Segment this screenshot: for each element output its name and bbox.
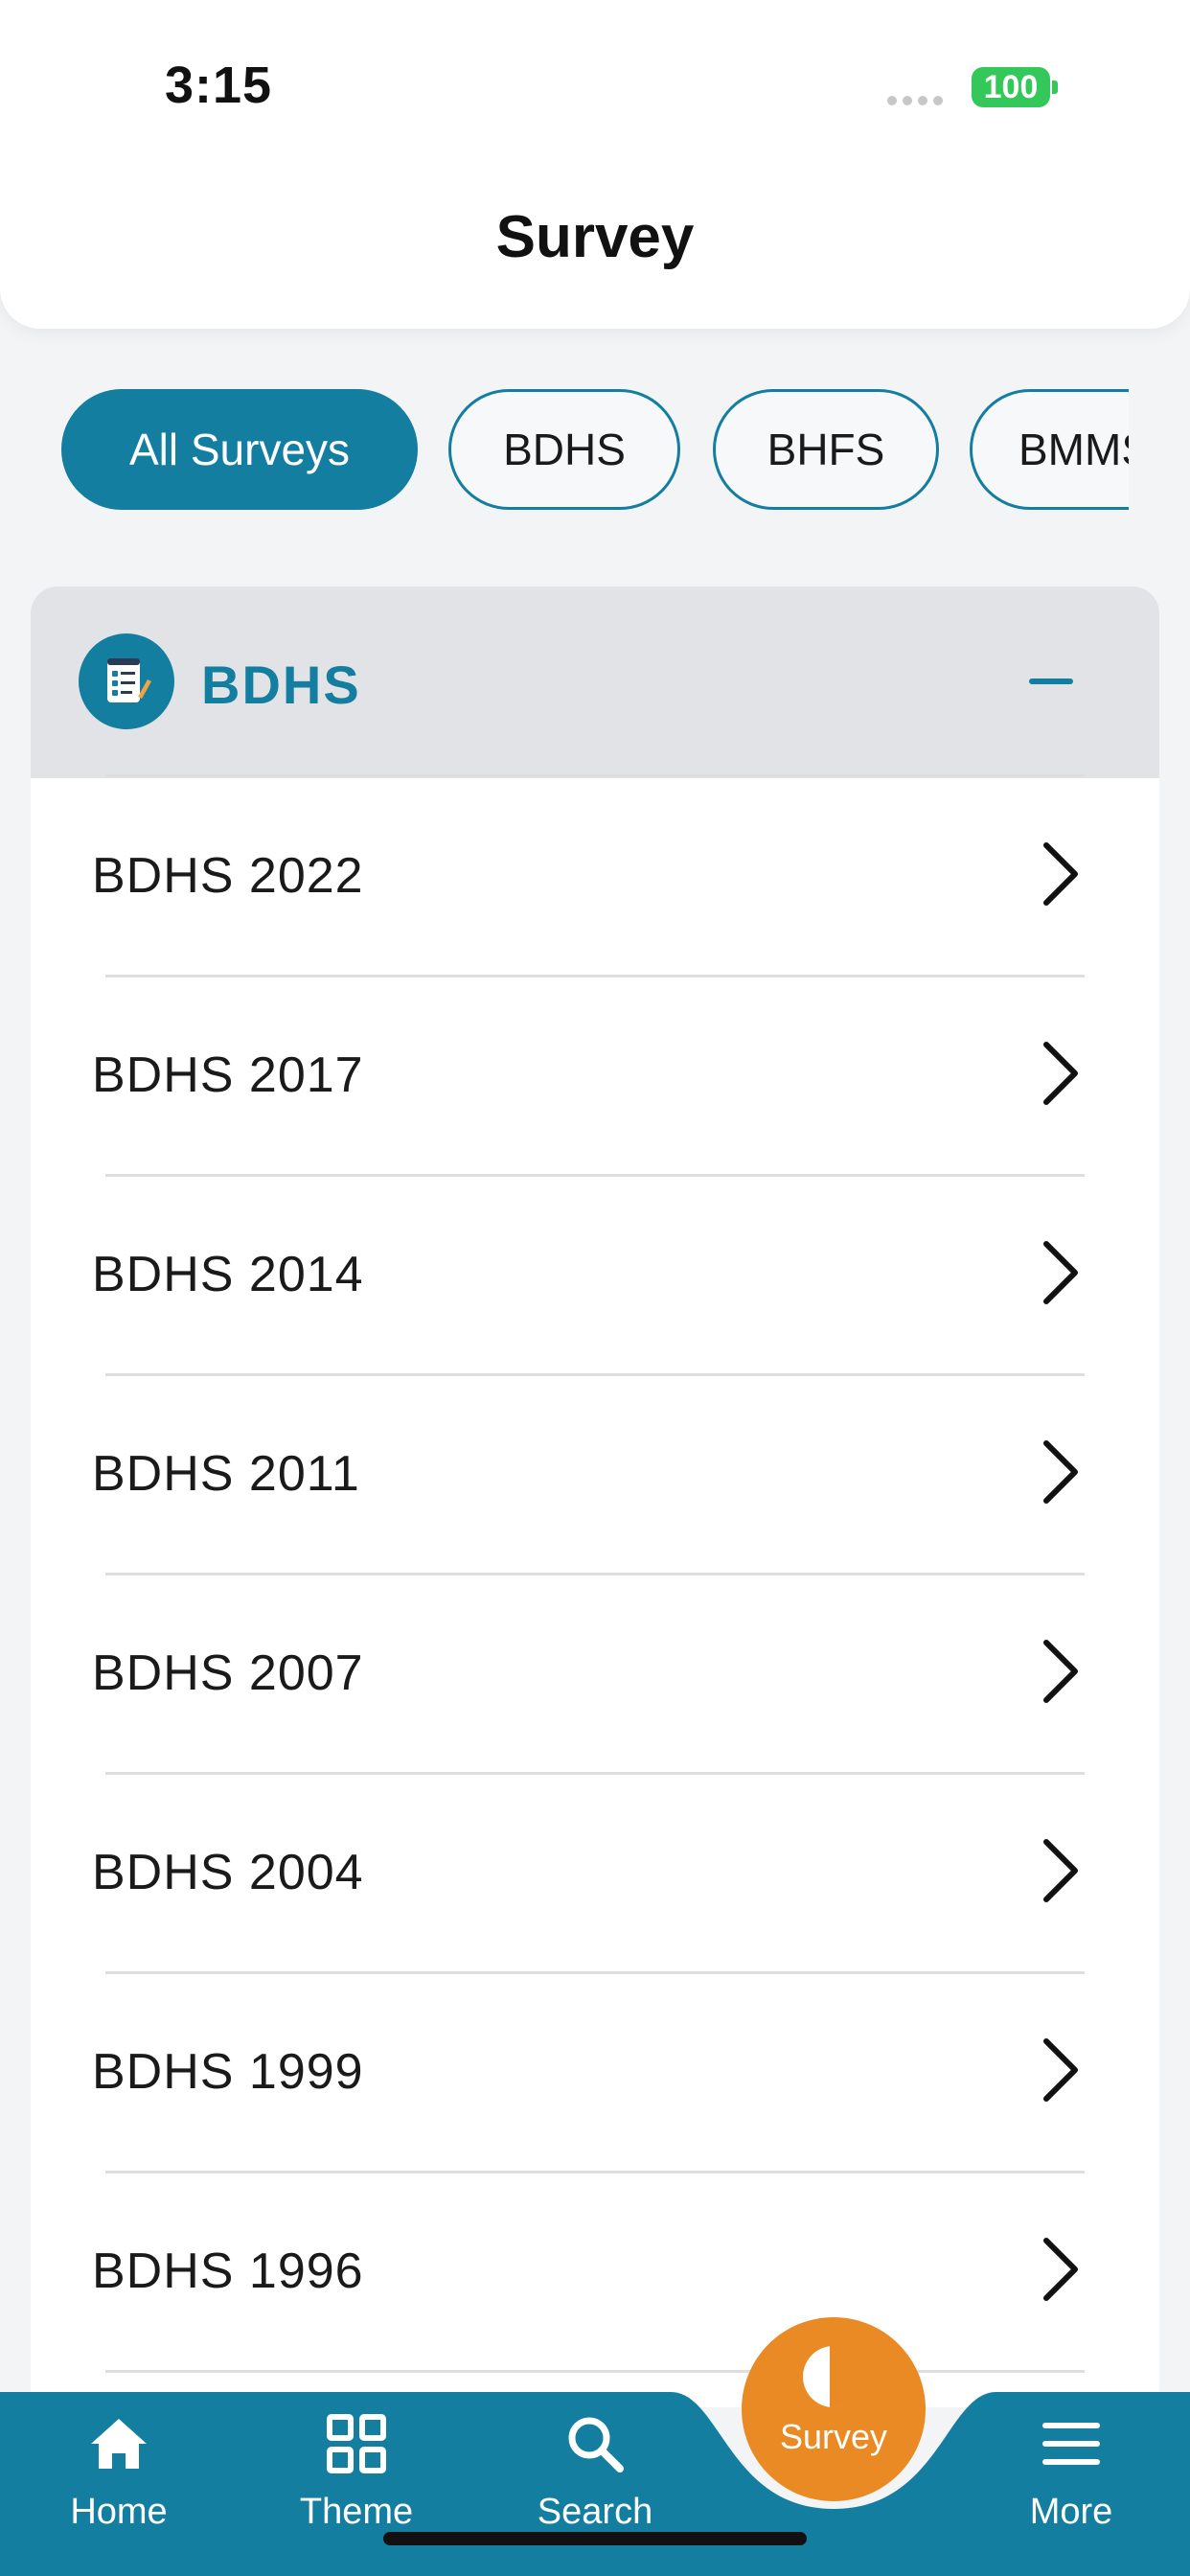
page-title: Survey	[495, 204, 695, 270]
nav-survey-fab[interactable]: Survey	[742, 2317, 926, 2501]
nav-theme[interactable]: Theme	[289, 2392, 423, 2576]
list-item-label: BDHS 2011	[92, 1446, 360, 1502]
nav-home[interactable]: Home	[61, 2392, 176, 2576]
list-item[interactable]: BDHS 2014	[31, 1177, 1159, 1376]
chip-bdhs[interactable]: BDHS	[448, 389, 680, 510]
signal-icon	[887, 96, 943, 105]
chevron-right-icon	[1043, 1241, 1078, 1304]
chevron-right-icon	[1043, 1839, 1078, 1902]
chevron-right-icon	[1043, 1640, 1078, 1703]
battery-icon: 100	[972, 67, 1050, 107]
list-item-label: BDHS 2007	[92, 1645, 364, 1701]
battery-tip	[1052, 80, 1058, 94]
list-item[interactable]: BDHS 2004	[31, 1775, 1159, 1974]
list-item[interactable]: BDHS 1999	[31, 1974, 1159, 2174]
list-item[interactable]: BDHS 2017	[31, 978, 1159, 1177]
bottom-nav: Home Theme Search More	[0, 2392, 1190, 2576]
status-time: 3:15	[165, 57, 273, 114]
list-item-label: BDHS 2022	[92, 848, 364, 904]
accordion-title: BDHS	[201, 655, 361, 715]
header: 3:15 100 Survey	[0, 0, 1190, 329]
pie-chart-icon	[803, 2344, 866, 2409]
list-item-label: BDHS 1999	[92, 2044, 364, 2100]
minus-icon[interactable]	[1029, 678, 1073, 684]
screen: 3:15 100 Survey All Surveys BDHS BHFS BM…	[0, 0, 1190, 2576]
chevron-right-icon	[1043, 842, 1078, 906]
home-icon	[84, 2409, 153, 2478]
list-item-label: BDHS 2014	[92, 1247, 364, 1302]
nav-home-label: Home	[70, 2492, 168, 2532]
search-icon	[561, 2409, 629, 2478]
home-indicator	[383, 2532, 807, 2545]
nav-survey-label: Survey	[779, 2417, 888, 2456]
menu-icon	[1037, 2409, 1106, 2478]
survey-form-icon	[79, 633, 174, 729]
filter-chips: All Surveys BDHS BHFS BMMS	[0, 389, 1129, 510]
list-item[interactable]: BDHS 2007	[31, 1576, 1159, 1775]
grid-icon	[322, 2409, 391, 2478]
chip-bmms[interactable]: BMMS	[970, 389, 1129, 510]
list-item-label: BDHS 2017	[92, 1047, 364, 1103]
divider	[105, 774, 1085, 777]
nav-search-label: Search	[537, 2492, 653, 2532]
list-item-label: BDHS 2004	[92, 1845, 364, 1900]
list-item[interactable]: BDHS 2022	[31, 778, 1159, 978]
chevron-right-icon	[1043, 1042, 1078, 1105]
nav-more-label: More	[1029, 2492, 1113, 2532]
nav-theme-label: Theme	[299, 2492, 414, 2532]
chip-bhfs[interactable]: BHFS	[713, 389, 939, 510]
list-item-label: BDHS 1996	[92, 2243, 364, 2299]
chevron-right-icon	[1043, 2038, 1078, 2102]
chip-all-surveys[interactable]: All Surveys	[61, 389, 418, 510]
nav-more[interactable]: More	[1010, 2392, 1133, 2576]
accordion-header[interactable]: BDHS	[31, 586, 1159, 778]
survey-accordion: BDHS BDHS 2022 BDHS 2017 BDHS 2014 BDHS …	[31, 586, 1159, 2407]
chevron-right-icon	[1043, 2238, 1078, 2301]
chevron-right-icon	[1043, 1440, 1078, 1504]
nav-search[interactable]: Search	[525, 2392, 665, 2576]
list-item[interactable]: BDHS 2011	[31, 1376, 1159, 1576]
